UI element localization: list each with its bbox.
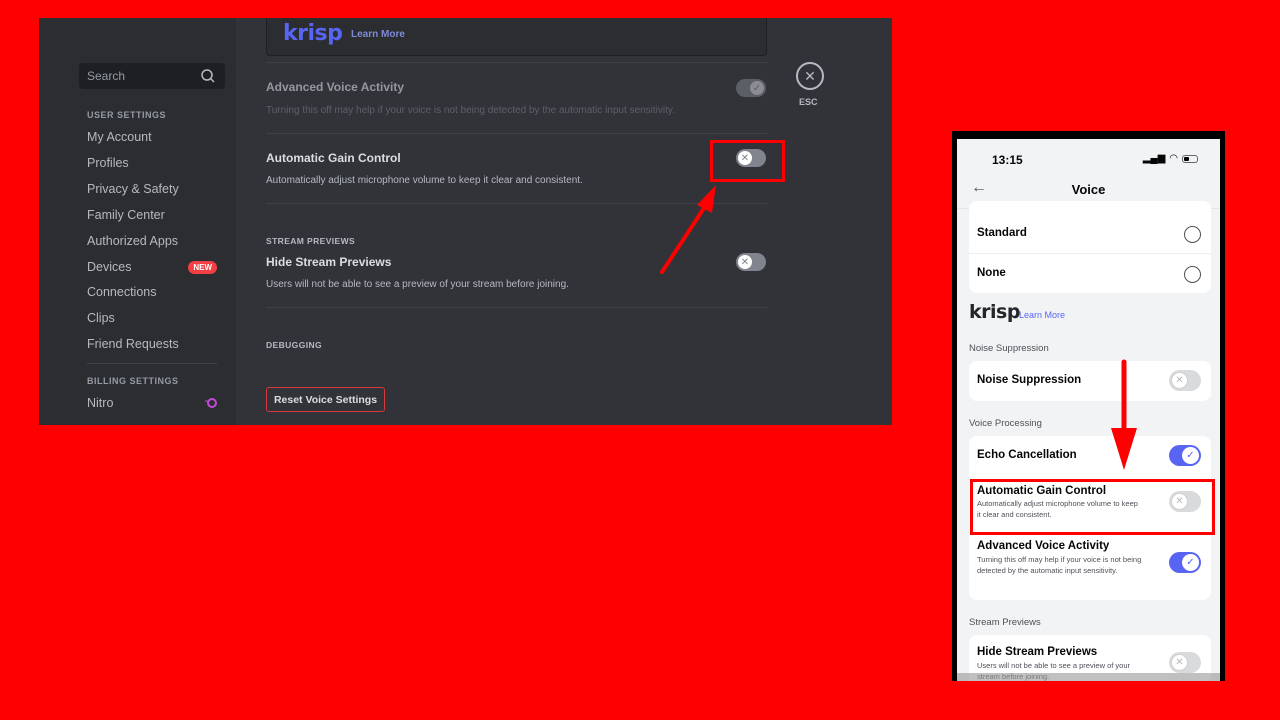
sidebar-item-authorized-apps[interactable]: Authorized Apps (87, 230, 217, 252)
sidebar-item-privacy-safety[interactable]: Privacy & Safety (87, 178, 217, 200)
advanced-voice-activity-description: Turning this off may help if your voice … (977, 555, 1142, 575)
battery-icon (1182, 154, 1198, 163)
new-badge: NEW (188, 261, 217, 274)
noise-suppression-header: Noise Suppression (969, 343, 1049, 354)
x-icon: ✕ (738, 255, 752, 269)
sidebar-item-nitro[interactable]: Nitro (87, 392, 217, 414)
sidebar-item-my-account[interactable]: My Account (87, 126, 217, 148)
status-time: 13:15 (992, 153, 1023, 167)
hide-stream-previews-toggle[interactable]: ✕ (736, 253, 766, 271)
voice-processing-header: Voice Processing (969, 418, 1042, 429)
noise-suppression-card: Noise Suppression ✕ (969, 361, 1211, 401)
option-none-radio[interactable] (1184, 266, 1201, 283)
divider (266, 133, 767, 134)
option-standard-radio[interactable] (1184, 226, 1201, 243)
krisp-logo: krisp (283, 21, 343, 46)
advanced-voice-activity-description: Turning this off may help if your voice … (266, 105, 675, 116)
signal-icon: ▂▄▆ (1142, 153, 1166, 164)
debugging-header: DEBUGGING (266, 340, 323, 350)
divider (266, 62, 767, 63)
automatic-gain-control-title: Automatic Gain Control (266, 151, 401, 165)
sidebar-item-clips[interactable]: Clips (87, 307, 217, 329)
close-button[interactable]: ✕ (796, 62, 824, 90)
divider (969, 253, 1211, 254)
reset-voice-settings-button[interactable]: Reset Voice Settings (266, 387, 385, 412)
advanced-voice-activity-title: Advanced Voice Activity (266, 80, 405, 94)
advanced-voice-activity-toggle[interactable]: ✓ (1169, 552, 1201, 573)
close-icon: ✕ (804, 67, 816, 84)
stream-previews-header: STREAM PREVIEWS (266, 236, 356, 246)
search-placeholder: Search (87, 69, 126, 83)
krisp-banner: krisp Learn More (266, 18, 767, 56)
stream-previews-header: Stream Previews (969, 617, 1041, 628)
search-icon (201, 69, 215, 83)
phone-screen: 13:15 ▂▄▆ ◠ ← Voice Standard None krisp … (957, 139, 1220, 681)
desktop-voice-settings-screenshot: Search USER SETTINGS My Account Profiles… (39, 18, 892, 425)
hide-stream-previews-description: Users will not be able to see a preview … (266, 279, 569, 290)
page-title: Voice (1071, 182, 1106, 197)
krisp-learn-more-link[interactable]: Learn More (351, 29, 405, 40)
screen-fade (957, 673, 1220, 681)
echo-cancellation-toggle[interactable]: ✓ (1169, 445, 1201, 466)
settings-sidebar: Search USER SETTINGS My Account Profiles… (39, 18, 236, 425)
x-icon: ✕ (1171, 654, 1188, 671)
x-icon: ✕ (1171, 372, 1188, 389)
input-mode-card: Standard None (969, 201, 1211, 293)
advanced-voice-activity-title: Advanced Voice Activity (977, 540, 1110, 552)
sidebar-divider (87, 363, 217, 364)
automatic-gain-control-description: Automatically adjust microphone volume t… (266, 175, 583, 186)
sidebar-item-profiles[interactable]: Profiles (87, 152, 217, 174)
check-icon: ✓ (750, 81, 764, 95)
hide-stream-previews-title: Hide Stream Previews (977, 646, 1098, 658)
sidebar-item-friend-requests[interactable]: Friend Requests (87, 333, 217, 355)
highlight-box-mobile (970, 479, 1215, 535)
status-icons: ▂▄▆ ◠ (1143, 153, 1198, 164)
divider (266, 203, 767, 204)
user-settings-header: USER SETTINGS (87, 110, 167, 120)
sidebar-item-devices[interactable]: Devices NEW (87, 256, 217, 278)
sidebar-item-connections[interactable]: Connections (87, 281, 217, 303)
sidebar-item-label: Devices (87, 260, 132, 274)
billing-settings-header: BILLING SETTINGS (87, 376, 179, 386)
wifi-icon: ◠ (1169, 153, 1178, 164)
hide-stream-previews-toggle[interactable]: ✕ (1169, 652, 1201, 673)
advanced-voice-activity-toggle[interactable]: ✓ (736, 79, 766, 97)
noise-suppression-toggle[interactable]: ✕ (1169, 370, 1201, 391)
search-input[interactable]: Search (79, 63, 225, 89)
sidebar-item-family-center[interactable]: Family Center (87, 204, 217, 226)
krisp-learn-more-link[interactable]: Learn More (1019, 310, 1065, 320)
sidebar-item-label: Nitro (87, 396, 114, 410)
option-standard-label: Standard (977, 227, 1027, 239)
highlight-box-desktop (710, 140, 785, 182)
check-icon: ✓ (1182, 554, 1199, 571)
esc-label: ESC (799, 97, 818, 107)
krisp-logo: krisp (969, 301, 1020, 323)
divider (266, 307, 767, 308)
hide-stream-previews-title: Hide Stream Previews (266, 255, 392, 269)
noise-suppression-title: Noise Suppression (977, 374, 1082, 386)
mobile-voice-settings-screenshot: 13:15 ▂▄▆ ◠ ← Voice Standard None krisp … (952, 131, 1225, 681)
option-none-label: None (977, 267, 1006, 279)
echo-cancellation-title: Echo Cancellation (977, 449, 1077, 461)
nitro-icon (205, 398, 217, 408)
voice-settings-content: krisp Learn More Advanced Voice Activity… (236, 18, 892, 425)
check-icon: ✓ (1182, 447, 1199, 464)
